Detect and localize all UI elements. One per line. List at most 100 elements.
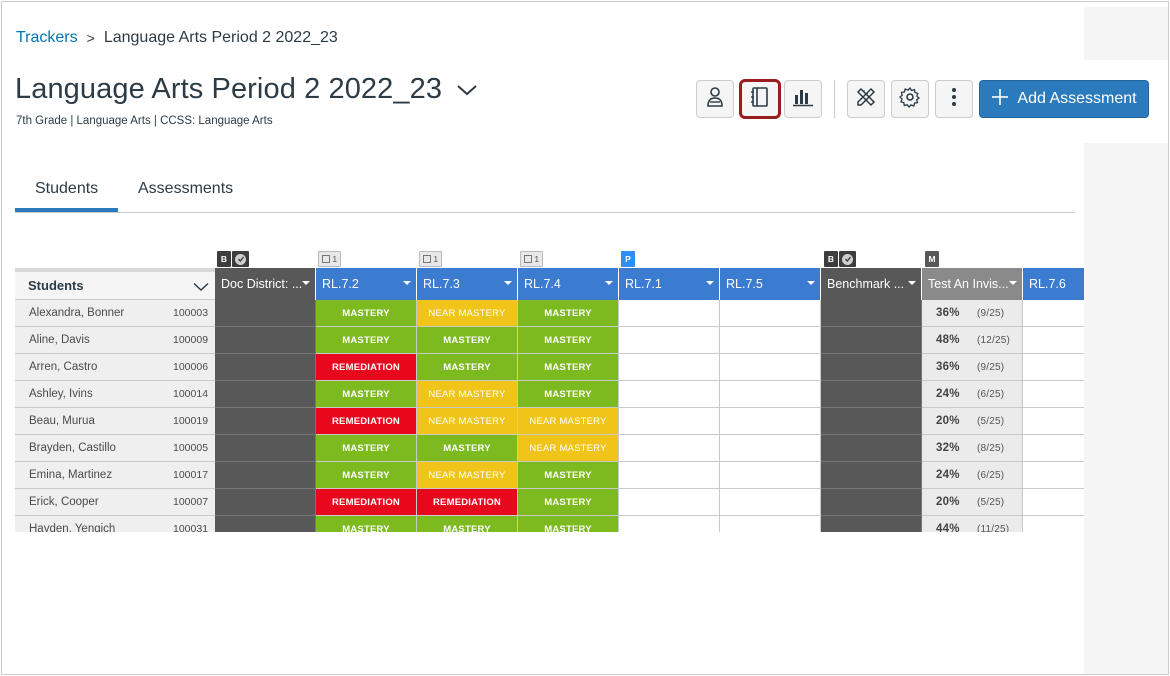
score-cell[interactable]	[1023, 408, 1084, 435]
dropdown-arrow-icon[interactable]	[403, 281, 411, 285]
score-cell[interactable]: MASTERY	[518, 462, 619, 489]
score-cell[interactable]: NEAR MASTERY	[417, 300, 518, 327]
dropdown-arrow-icon[interactable]	[807, 281, 815, 285]
column-header-rl76[interactable]: RL.7.6	[1023, 268, 1084, 300]
breadcrumb-link-trackers[interactable]: Trackers	[16, 29, 78, 47]
score-cell[interactable]	[619, 462, 720, 489]
tools-button[interactable]	[847, 80, 885, 118]
score-cell[interactable]: 24% (6/25)	[922, 381, 1023, 408]
score-cell[interactable]: REMEDIATION	[417, 489, 518, 516]
score-cell[interactable]	[215, 354, 316, 381]
column-header-test[interactable]: Test An Invis...	[922, 268, 1023, 300]
score-cell[interactable]	[821, 516, 922, 532]
score-cell[interactable]	[720, 354, 821, 381]
score-cell[interactable]	[821, 381, 922, 408]
score-cell[interactable]: MASTERY	[417, 354, 518, 381]
score-cell[interactable]: MASTERY	[518, 381, 619, 408]
settings-button[interactable]	[891, 80, 929, 118]
score-cell[interactable]	[619, 381, 720, 408]
score-cell[interactable]: MASTERY	[417, 435, 518, 462]
score-cell[interactable]: REMEDIATION	[316, 408, 417, 435]
score-cell[interactable]	[215, 516, 316, 532]
score-cell[interactable]: MASTERY	[316, 381, 417, 408]
score-cell[interactable]: MASTERY	[417, 516, 518, 532]
score-cell[interactable]: 20% (5/25)	[922, 489, 1023, 516]
score-cell[interactable]: MASTERY	[417, 327, 518, 354]
score-cell[interactable]	[215, 300, 316, 327]
add-assessment-button[interactable]: Add Assessment	[979, 80, 1149, 118]
score-cell[interactable]: MASTERY	[316, 462, 417, 489]
score-cell[interactable]: 20% (5/25)	[922, 408, 1023, 435]
score-cell[interactable]: REMEDIATION	[316, 354, 417, 381]
chevron-down-icon[interactable]	[193, 280, 209, 295]
score-cell[interactable]	[1023, 381, 1084, 408]
score-cell[interactable]	[215, 462, 316, 489]
score-cell[interactable]	[1023, 516, 1084, 532]
column-header-rl71[interactable]: RL.7.1	[619, 268, 720, 300]
student-view-button[interactable]	[696, 80, 734, 118]
column-header-rl72[interactable]: RL.7.2	[316, 268, 417, 300]
score-cell[interactable]	[619, 354, 720, 381]
score-cell[interactable]	[619, 300, 720, 327]
score-cell[interactable]	[720, 408, 821, 435]
score-cell[interactable]: NEAR MASTERY	[518, 435, 619, 462]
tab-students[interactable]: Students	[15, 180, 118, 212]
student-cell[interactable]: Ashley, Ivins 100014	[15, 381, 215, 408]
score-cell[interactable]: 24% (6/25)	[922, 462, 1023, 489]
dropdown-arrow-icon[interactable]	[1009, 281, 1017, 285]
score-cell[interactable]	[821, 435, 922, 462]
dropdown-arrow-icon[interactable]	[908, 281, 916, 285]
score-cell[interactable]	[619, 489, 720, 516]
column-header-rl75[interactable]: RL.7.5	[720, 268, 821, 300]
dropdown-arrow-icon[interactable]	[605, 281, 613, 285]
score-cell[interactable]	[215, 408, 316, 435]
more-options-button[interactable]	[935, 80, 973, 118]
score-cell[interactable]	[720, 435, 821, 462]
score-cell[interactable]	[821, 327, 922, 354]
score-cell[interactable]: MASTERY	[316, 516, 417, 532]
reports-button[interactable]	[784, 80, 822, 118]
score-cell[interactable]: REMEDIATION	[316, 489, 417, 516]
score-cell[interactable]: MASTERY	[518, 354, 619, 381]
column-header-rl73[interactable]: RL.7.3	[417, 268, 518, 300]
score-cell[interactable]: MASTERY	[518, 300, 619, 327]
score-cell[interactable]: 44% (11/25)	[922, 516, 1023, 532]
score-cell[interactable]	[821, 462, 922, 489]
score-cell[interactable]	[619, 408, 720, 435]
score-cell[interactable]	[619, 327, 720, 354]
tab-assessments[interactable]: Assessments	[138, 180, 233, 198]
score-cell[interactable]	[619, 435, 720, 462]
score-cell[interactable]	[619, 516, 720, 532]
score-cell[interactable]	[720, 516, 821, 532]
score-cell[interactable]: 32% (8/25)	[922, 435, 1023, 462]
score-cell[interactable]	[720, 462, 821, 489]
score-cell[interactable]	[1023, 435, 1084, 462]
score-cell[interactable]	[215, 381, 316, 408]
score-cell[interactable]: MASTERY	[518, 327, 619, 354]
score-cell[interactable]: MASTERY	[316, 435, 417, 462]
score-cell[interactable]: NEAR MASTERY	[417, 408, 518, 435]
score-cell[interactable]: MASTERY	[316, 300, 417, 327]
student-cell[interactable]: Erick, Cooper 100007	[15, 489, 215, 516]
score-cell[interactable]	[1023, 327, 1084, 354]
student-cell[interactable]: Arren, Castro 100006	[15, 354, 215, 381]
score-cell[interactable]: NEAR MASTERY	[417, 381, 518, 408]
score-cell[interactable]: 36% (9/25)	[922, 354, 1023, 381]
chevron-down-icon[interactable]	[456, 83, 478, 97]
score-cell[interactable]	[215, 489, 316, 516]
student-cell[interactable]: Hayden, Yengich 100031	[15, 516, 215, 532]
score-cell[interactable]	[821, 489, 922, 516]
score-cell[interactable]	[1023, 354, 1084, 381]
score-cell[interactable]	[720, 327, 821, 354]
score-cell[interactable]	[821, 408, 922, 435]
student-cell[interactable]: Brayden, Castillo 100005	[15, 435, 215, 462]
column-header-rl74[interactable]: RL.7.4	[518, 268, 619, 300]
dropdown-arrow-icon[interactable]	[706, 281, 714, 285]
score-cell[interactable]	[720, 489, 821, 516]
score-cell[interactable]	[215, 327, 316, 354]
score-cell[interactable]: MASTERY	[518, 489, 619, 516]
students-column-header[interactable]: Students	[15, 268, 215, 300]
student-cell[interactable]: Aline, Davis 100009	[15, 327, 215, 354]
column-header-doc-district[interactable]: Doc District: ...	[215, 268, 316, 300]
score-cell[interactable]	[821, 300, 922, 327]
